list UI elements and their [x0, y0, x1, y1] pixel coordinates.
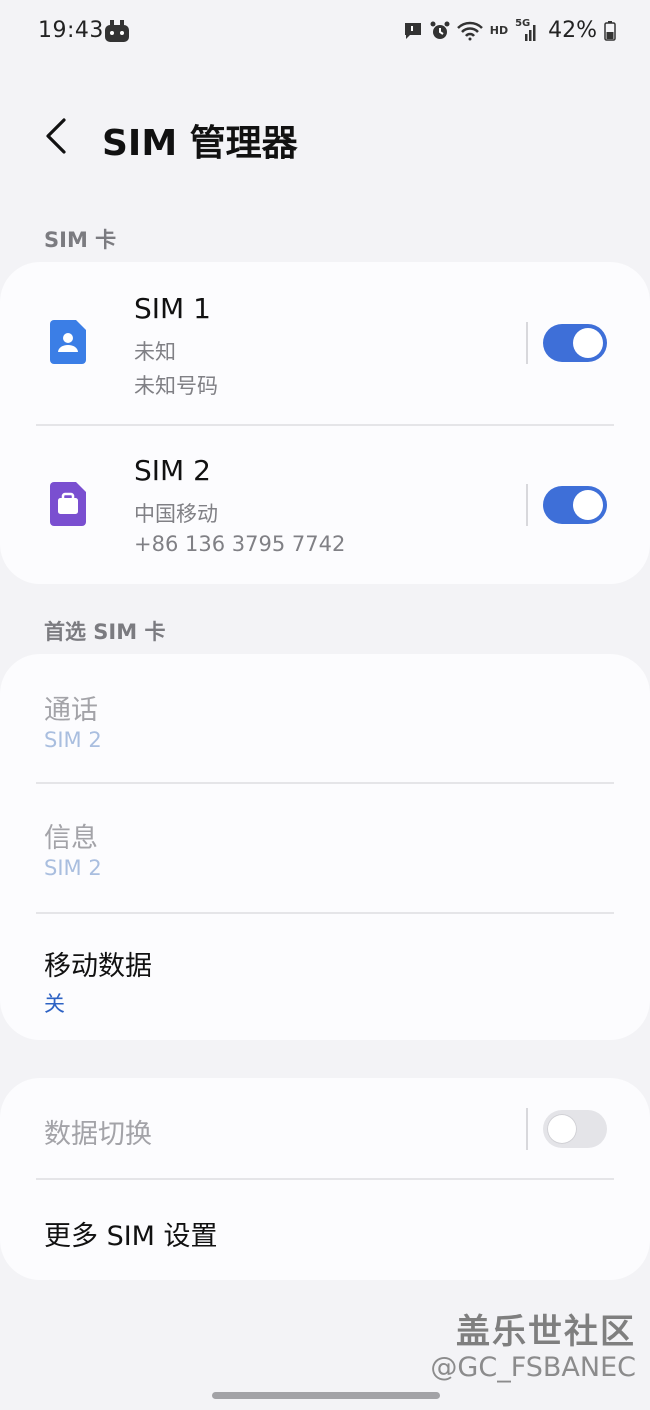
battery-icon — [604, 20, 616, 41]
chevron-left-icon — [46, 118, 66, 154]
sim-1-carrier: 未知 — [134, 340, 176, 364]
sim-1-row[interactable]: SIM 1 未知 未知号码 — [0, 262, 650, 424]
preferred-messages-item[interactable]: 信息 SIM 2 — [0, 784, 650, 912]
section-label-preferred-sim: 首选 SIM 卡 — [44, 620, 166, 644]
battery-percent: 42% — [548, 18, 597, 43]
alarm-icon — [430, 21, 450, 41]
status-icons: HD 5G 42% — [403, 18, 616, 43]
calls-value: SIM 2 — [44, 728, 102, 752]
sim-2-name: SIM 2 — [134, 454, 211, 487]
more-sim-settings-title: 更多 SIM 设置 — [44, 1221, 218, 1252]
data-switch-toggle[interactable] — [543, 1110, 607, 1148]
sim-card-group: SIM 1 未知 未知号码 SIM 2 中国移动 +86 136 3795 77… — [0, 262, 650, 584]
data-switch-item[interactable]: 数据切换 — [0, 1078, 650, 1178]
section-label-sim: SIM 卡 — [44, 228, 117, 252]
toggle-knob — [547, 1114, 577, 1144]
more-sim-settings-item[interactable]: 更多 SIM 设置 — [0, 1180, 650, 1280]
divider — [526, 1108, 528, 1150]
sim-1-number: 未知号码 — [134, 374, 218, 398]
watermark-brand: 盖乐世社区 — [456, 1312, 636, 1352]
more-settings-group: 数据切换 更多 SIM 设置 — [0, 1078, 650, 1280]
message-icon — [403, 21, 423, 41]
sim-2-icon — [50, 482, 88, 526]
sim-1-toggle[interactable] — [543, 324, 607, 362]
hd-label: HD — [489, 24, 509, 37]
mobile-data-value: 关 — [44, 992, 65, 1016]
calls-title: 通话 — [44, 695, 98, 726]
watermark-handle: @GC_FSBANEC — [430, 1352, 636, 1383]
toggle-knob — [573, 490, 603, 520]
status-time: 19:43 — [38, 18, 104, 43]
sim-2-carrier: 中国移动 — [134, 502, 218, 526]
sim-1-name: SIM 1 — [134, 292, 211, 325]
sim-2-row[interactable]: SIM 2 中国移动 +86 136 3795 7742 — [0, 426, 650, 584]
preferred-sim-group: 通话 SIM 2 信息 SIM 2 移动数据 关 — [0, 654, 650, 1040]
signal-icon: 5G — [515, 18, 539, 42]
wifi-icon — [456, 21, 483, 41]
data-switch-title: 数据切换 — [44, 1119, 152, 1150]
sim-2-number: +86 136 3795 7742 — [134, 532, 346, 556]
divider — [526, 484, 528, 526]
preferred-mobile-data-item[interactable]: 移动数据 关 — [0, 914, 650, 1040]
preferred-calls-item[interactable]: 通话 SIM 2 — [0, 654, 650, 782]
toggle-knob — [573, 328, 603, 358]
divider — [526, 322, 528, 364]
messages-title: 信息 — [44, 823, 98, 854]
game-icon — [104, 20, 130, 44]
page-title: SIM 管理器 — [102, 123, 298, 164]
mobile-data-title: 移动数据 — [44, 951, 152, 982]
sim-2-toggle[interactable] — [543, 486, 607, 524]
messages-value: SIM 2 — [44, 856, 102, 880]
status-bar: 19:43 HD 5G 42% — [0, 0, 650, 64]
sim-1-icon — [50, 320, 88, 364]
back-button[interactable] — [40, 114, 76, 158]
gesture-nav-handle[interactable] — [212, 1392, 440, 1399]
